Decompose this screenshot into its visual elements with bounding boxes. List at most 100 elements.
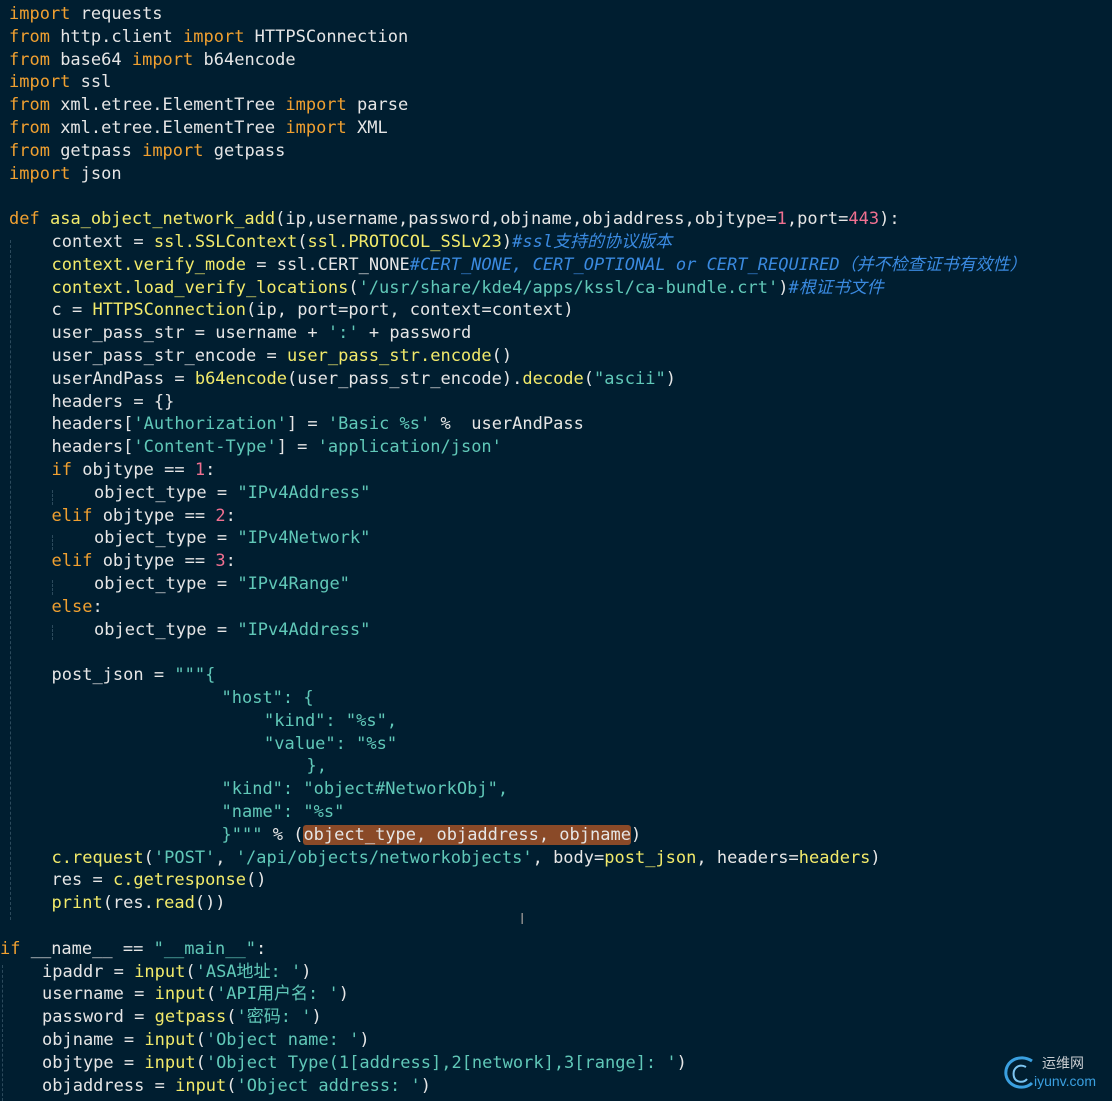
code-token-op: == [122, 938, 144, 959]
code-line: import ssl [9, 71, 111, 94]
code-token-str: '/usr/share/kde4/apps/kssl/ca-bundle.crt… [358, 277, 779, 298]
code-token-fn: user_pass_str.encode [286, 346, 492, 366]
code-token-str: '密码: ' [236, 1007, 312, 1028]
watermark: 运维网 iyunv.com [1002, 1051, 1106, 1095]
code-token-txt: , [215, 847, 236, 868]
code-token-txt: ) [359, 1030, 370, 1050]
code-token-txt: : [205, 460, 216, 480]
code-token-num: 1 [776, 209, 787, 230]
code-token-fn: post_json [604, 847, 697, 868]
code-token-str: 'ASA地址: ' [195, 961, 302, 982]
code-token-op: = [216, 574, 228, 594]
code-token-fn: getpass [154, 1007, 227, 1028]
code-line: user_pass_str_encode = user_pass_str.enc… [52, 345, 513, 368]
code-token-txt: objtype [42, 1052, 124, 1073]
code-token-txt: : [92, 596, 103, 617]
code-token-fn: ssl.SSLContext [153, 232, 298, 252]
indent-guide [52, 490, 53, 505]
code-token-txt: ) [630, 824, 642, 845]
code-token-txt: {} [143, 391, 175, 412]
code-line: post_json = """{ [52, 664, 216, 687]
watermark-cn-text: 运维网 [1042, 1056, 1084, 1072]
code-token-op: = [174, 368, 185, 389]
code-token-txt: (user_pass_str_encode). [286, 368, 523, 389]
code-token-txt: ] [276, 437, 298, 458]
indent-guide [52, 580, 53, 595]
code-token-txt: userAndPass [450, 414, 584, 435]
code-token-txt: ) [311, 1007, 322, 1028]
code-token-kw: from [9, 118, 50, 138]
code-token-str: ':' [327, 323, 359, 344]
code-editor[interactable]: import requests from http.client import H… [0, 0, 1112, 1101]
code-token-txt: : [255, 938, 267, 959]
code-token-op: = [297, 437, 308, 458]
code-token-kw: import [142, 140, 204, 161]
code-token-kw: import [285, 95, 347, 116]
code-token-str: }, [306, 756, 327, 777]
code-token-txt: username [42, 984, 135, 1005]
code-token-str: "kind": "object#NetworkObj", [221, 779, 509, 800]
code-token-fn: input [175, 1075, 227, 1096]
code-token-str: 'Authorization' [133, 414, 287, 435]
code-token-txt: ,port [786, 209, 839, 230]
code-token-op: == [184, 505, 206, 526]
code-line: userAndPass = b64encode(user_pass_str_en… [52, 368, 676, 391]
code-token-fn: headers [798, 847, 871, 868]
code-line: def asa_object_network_add(ip,username,p… [9, 208, 900, 231]
code-token-txt: requests [70, 4, 163, 24]
code-token-txt: json [70, 163, 122, 184]
code-token-fn: ssl.PROTOCOL_SSLv23 [307, 232, 502, 252]
code-token-str: "IPv4Address" [237, 619, 371, 640]
code-token-str: 'application/json' [317, 437, 502, 458]
code-token-op: = [788, 847, 799, 868]
code-token-txt: ( [583, 368, 595, 389]
code-line: from xml.etree.ElementTree import parse [9, 94, 408, 117]
code-token-op: = [133, 391, 144, 412]
code-line: username = input('API用户名: ') [42, 983, 349, 1006]
code-line: from xml.etree.ElementTree import XML [9, 117, 388, 140]
code-token-str: """{ [174, 665, 216, 686]
code-token-op: % [440, 414, 451, 435]
code-token-txt: ()) [194, 893, 226, 914]
code-token-txt: headers [51, 391, 134, 412]
code-token-kw: if [0, 938, 21, 959]
code-token-txt: object_type [94, 528, 217, 549]
code-token-kw: from [9, 140, 50, 161]
code-token-txt: password [42, 1007, 135, 1028]
code-token-txt: object_type [94, 482, 217, 503]
code-token-txt: context [51, 232, 134, 252]
code-line: if __name__ == "__main__": [0, 938, 266, 961]
code-token-txt: objtype [71, 460, 165, 480]
code-token-op: = [153, 665, 165, 686]
code-token-str: '/api/objects/networkobjects' [235, 847, 533, 868]
code-line: if objtype == 1: [52, 459, 216, 482]
code-token-op: % [272, 824, 283, 845]
code-token-txt: ) [301, 961, 312, 982]
code-token-fn: read [153, 893, 195, 914]
code-token-op: = [266, 346, 277, 366]
indent-guide [52, 625, 53, 640]
code-line: elif objtype == 3: [52, 550, 236, 573]
code-line: ipaddr = input('ASA地址: ') [42, 961, 312, 984]
code-line: object_type = "IPv4Network" [94, 527, 370, 550]
code-line: headers = {} [52, 391, 175, 414]
code-line: headers['Content-Type'] = 'application/j… [52, 436, 502, 459]
code-token-txt: c [51, 300, 72, 321]
code-line: "host": { [222, 687, 314, 710]
code-token-txt: (res. [102, 893, 154, 914]
code-token-str: "host": { [221, 688, 314, 708]
code-token-txt: http.client [49, 26, 184, 47]
code-line: import requests [9, 3, 163, 26]
code-token-txt: getpass [49, 140, 143, 161]
code-token-kw: import [131, 49, 194, 70]
code-token-fn: print [51, 893, 103, 914]
